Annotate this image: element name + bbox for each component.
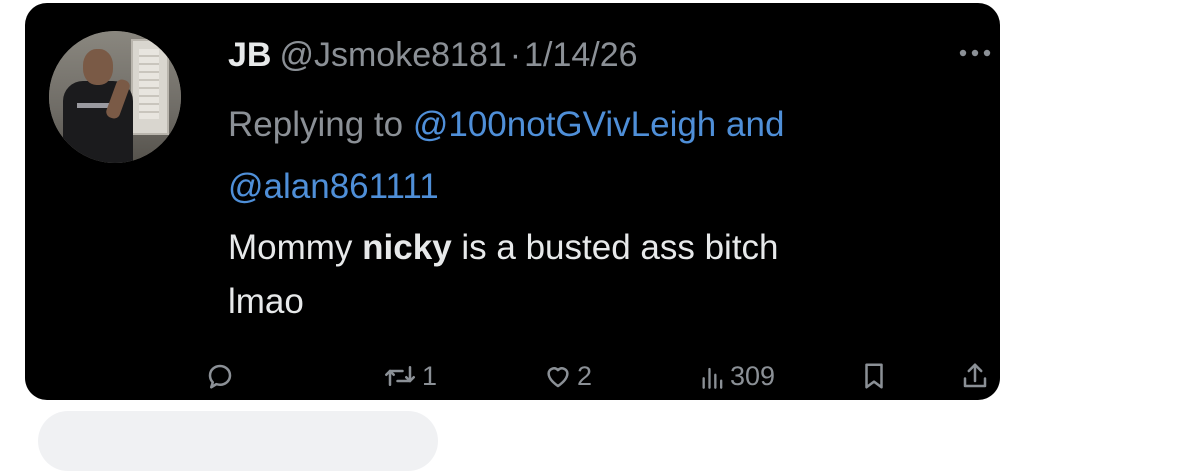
retweet-count: 1 [422,360,438,391]
like-count: 2 [577,360,593,391]
avatar-figure-head [83,49,113,85]
views-count: 309 [730,360,776,391]
like-button[interactable]: 2 [543,353,592,399]
analytics-icon [700,362,726,390]
tweet-text: Mommy nicky is a busted ass bitch lmao [228,221,968,329]
tweet-header: JB @Jsmoke8181·1/14/26 [228,33,638,77]
reply-and-link[interactable]: and [726,105,784,144]
bookmark-icon [860,361,888,391]
user-handle[interactable]: @Jsmoke8181 [279,36,506,74]
share-icon [960,361,990,391]
more-options-icon[interactable] [955,41,995,65]
reply-icon [205,361,235,391]
reply-mention-link[interactable]: @alan861111 [228,167,439,206]
bookmark-button[interactable] [860,353,888,399]
share-button[interactable] [960,353,990,399]
replying-to-label: Replying to [228,105,404,144]
header-separator: · [509,36,522,74]
display-name[interactable]: JB [228,36,271,74]
reply-mention-link[interactable]: @100notGVivLeigh [413,105,716,144]
avatar-door [131,39,169,135]
avatar[interactable] [49,31,181,163]
next-message-bubble [38,411,438,471]
action-bar: 1 2 309 [25,353,1000,399]
tweet-text-bold: nicky [362,228,452,267]
tweet-text-part: lmao [228,282,304,321]
tweet-date[interactable]: 1/14/26 [524,36,637,74]
heart-icon [543,361,573,391]
retweet-button[interactable]: 1 [382,353,437,399]
views-button[interactable]: 309 [700,353,775,399]
replying-to: Replying to @100notGVivLeigh and @alan86… [228,94,968,218]
reply-button[interactable] [205,353,235,399]
tweet-text-part: is a busted ass bitch [461,228,779,267]
tweet-text-part: Mommy [228,228,353,267]
tweet-card[interactable]: JB @Jsmoke8181·1/14/26 Replying to @100no… [25,3,1000,400]
retweet-icon [382,361,418,391]
